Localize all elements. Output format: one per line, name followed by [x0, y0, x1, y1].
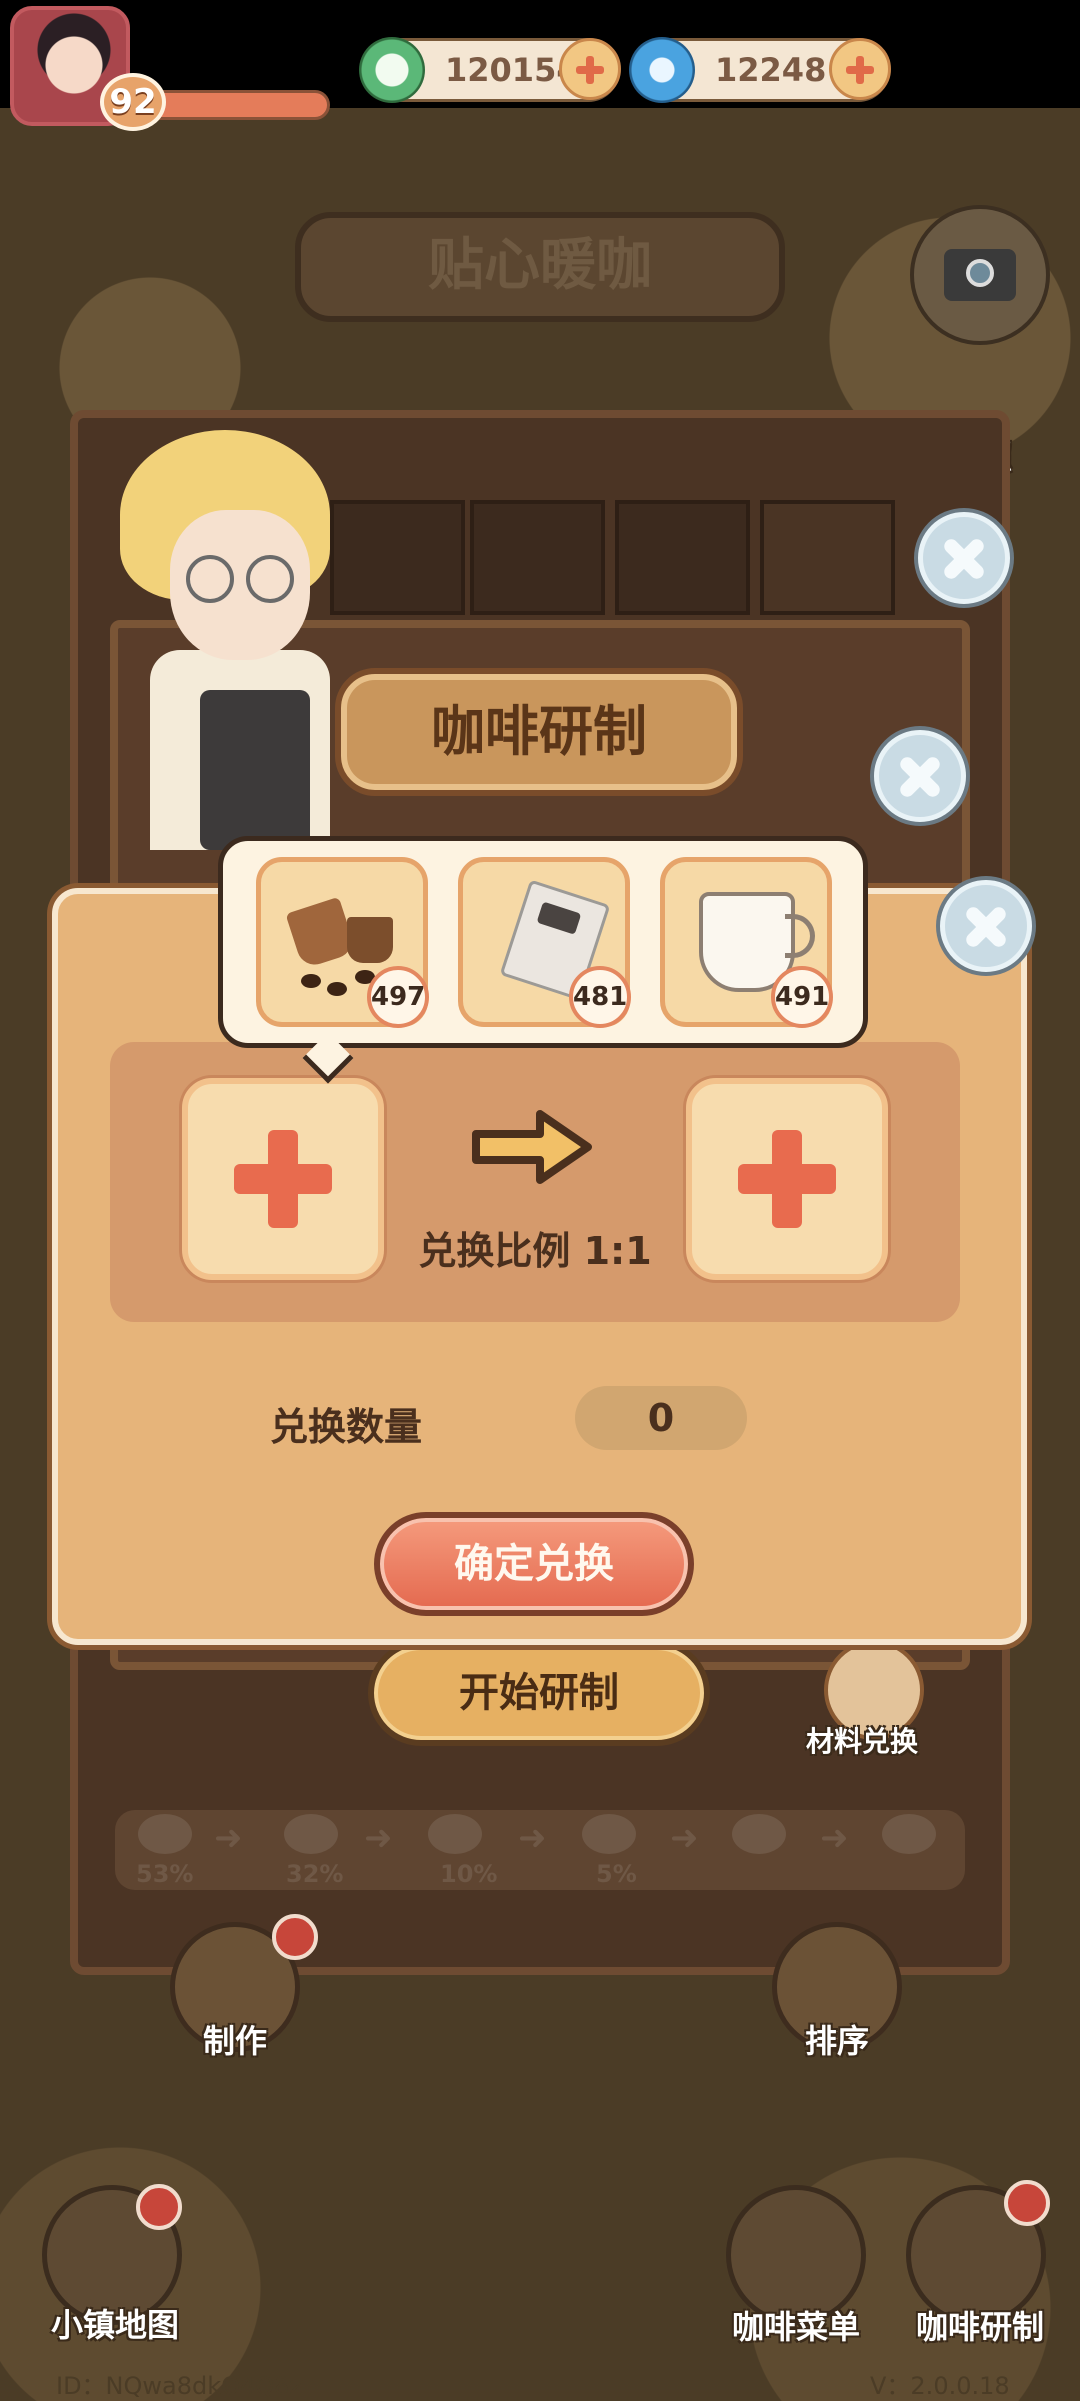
ground-step-icon [428, 1814, 482, 1854]
confirm-exchange-button[interactable]: 确定兑换 [374, 1512, 694, 1616]
notification-dot [1004, 2180, 1050, 2226]
process-percent: 5% [596, 1860, 637, 1888]
material-count: 481 [569, 966, 631, 1028]
notification-dot [136, 2184, 182, 2230]
barista-glasses [180, 555, 300, 605]
swirl-icon [629, 37, 695, 103]
version-text: V：2.0.0.18 [870, 2372, 1010, 2400]
coffee-research-label: 咖啡研制 [915, 2308, 1044, 2346]
material-coffee-beans[interactable]: 497 [256, 857, 429, 1028]
leaf-icon [359, 37, 425, 103]
research-title: 咖啡研制 [431, 700, 647, 763]
material-milk-jug[interactable]: 491 [660, 857, 833, 1028]
camera-icon [944, 249, 1016, 301]
step-arrow-icon: ➜ [518, 1818, 547, 1858]
milk-jug-handle [785, 914, 815, 958]
shop-sign: 贴心暖咖 [295, 212, 785, 322]
close-research-button[interactable] [874, 730, 966, 822]
tamper-step-icon [732, 1814, 786, 1854]
research-title-plaque: 咖啡研制 [335, 668, 743, 796]
material-count: 491 [771, 966, 833, 1028]
source-material-slot[interactable] [182, 1078, 384, 1280]
player-id: ID：NQwa8dkO4Q8z [56, 2372, 303, 2400]
notification-dot [272, 1914, 318, 1960]
exchange-ratio: 兑换比例 1:1 [418, 1229, 652, 1273]
swirl-currency-display: 12248 [629, 37, 891, 103]
add-swirl-currency-button[interactable] [829, 38, 891, 100]
target-material-slot[interactable] [686, 1078, 888, 1280]
arrow-right-icon [472, 1110, 592, 1184]
town-map-label: 小镇地图 [50, 2306, 179, 2344]
shelf-slot [615, 500, 750, 615]
sort-label: 排序 [804, 2022, 869, 2060]
close-exchange-button[interactable] [940, 880, 1032, 972]
material-exchange-label: 材料兑换 [806, 1725, 919, 1758]
xp-bar [150, 90, 330, 120]
step-arrow-icon: ➜ [214, 1818, 243, 1858]
process-percent: 10% [440, 1860, 498, 1888]
material-sugar-pouch[interactable]: 481 [458, 857, 631, 1028]
barista-apron [200, 690, 310, 850]
drip-step-icon [582, 1814, 636, 1854]
material-count: 497 [367, 966, 429, 1028]
process-percent: 32% [286, 1860, 344, 1888]
cup-step-icon [882, 1814, 936, 1854]
level-badge: 92 [100, 73, 166, 131]
start-research-button[interactable]: 开始研制 [368, 1640, 710, 1746]
close-panel-button[interactable] [918, 512, 1010, 604]
bean-icon [301, 974, 321, 988]
quantity-field[interactable]: 0 [575, 1386, 747, 1450]
coffee-cup-icon [285, 896, 357, 970]
bean-icon [327, 982, 347, 996]
step-arrow-icon: ➜ [670, 1818, 699, 1858]
coffee-cup-icon [347, 917, 393, 963]
shelf-slot [470, 500, 605, 615]
shelf-slot [330, 500, 465, 615]
bean-step-icon [138, 1814, 192, 1854]
camera-button[interactable] [910, 205, 1050, 345]
craft-label: 制作 [202, 2022, 267, 2060]
process-percent: 53% [136, 1860, 194, 1888]
coffee-menu-label: 咖啡菜单 [731, 2308, 860, 2346]
leaf-currency-display: 120154 [359, 37, 621, 103]
add-leaf-currency-button[interactable] [559, 38, 621, 100]
step-arrow-icon: ➜ [820, 1818, 849, 1858]
shelf-slot-cake [760, 500, 895, 615]
step-arrow-icon: ➜ [364, 1818, 393, 1858]
quantity-label: 兑换数量 [270, 1405, 423, 1449]
beans-step-icon [284, 1814, 338, 1854]
swirl-currency-value: 12248 [715, 51, 827, 89]
